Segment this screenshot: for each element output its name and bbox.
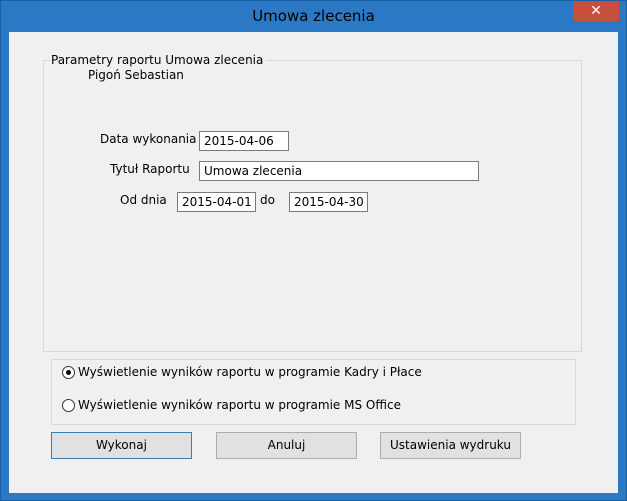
group-legend: Parametry raportu Umowa zlecenia: [51, 53, 267, 67]
output-option-label: Wyświetlenie wyników raportu w programie…: [78, 365, 422, 379]
title-bar[interactable]: Umowa zlecenia ✕: [1, 1, 626, 32]
close-button[interactable]: ✕: [573, 1, 619, 22]
dialog-window: Umowa zlecenia ✕ Parametry raportu Umowa…: [0, 0, 627, 501]
date-to-field[interactable]: 2015-04-30: [289, 192, 368, 212]
print-settings-button[interactable]: Ustawienia wydruku: [380, 432, 521, 459]
date-to-label: do: [260, 193, 275, 207]
output-option-label: Wyświetlenie wyników raportu w programie…: [78, 398, 401, 412]
report-title-field[interactable]: Umowa zlecenia: [199, 161, 479, 181]
dialog-content: Parametry raportu Umowa zlecenia Pigoń S…: [9, 32, 618, 493]
window-title: Umowa zlecenia: [252, 7, 375, 25]
report-title-label: Tytuł Raportu: [110, 162, 190, 176]
employee-name: Pigoń Sebastian: [88, 68, 184, 82]
cancel-button[interactable]: Anuluj: [216, 432, 357, 459]
execution-date-label: Data wykonania: [100, 132, 197, 146]
execute-button[interactable]: Wykonaj: [51, 432, 192, 459]
date-from-field[interactable]: 2015-04-01: [177, 192, 256, 212]
output-option-ms-office[interactable]: Wyświetlenie wyników raportu w programie…: [62, 398, 401, 412]
radio-selected-icon[interactable]: [62, 365, 75, 379]
date-from-label: Od dnia: [120, 193, 167, 207]
radio-unselected-icon[interactable]: [62, 398, 75, 412]
execution-date-field[interactable]: 2015-04-06: [199, 131, 289, 151]
close-icon: ✕: [590, 3, 602, 19]
output-option-kadry[interactable]: Wyświetlenie wyników raportu w programie…: [62, 365, 422, 379]
